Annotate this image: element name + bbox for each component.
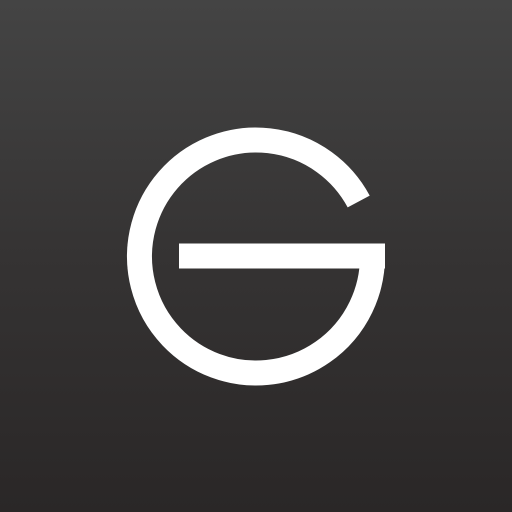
- app-icon[interactable]: [0, 0, 512, 512]
- letter-g-logo-icon: [127, 127, 386, 386]
- g-logo-crossbar: [179, 243, 385, 269]
